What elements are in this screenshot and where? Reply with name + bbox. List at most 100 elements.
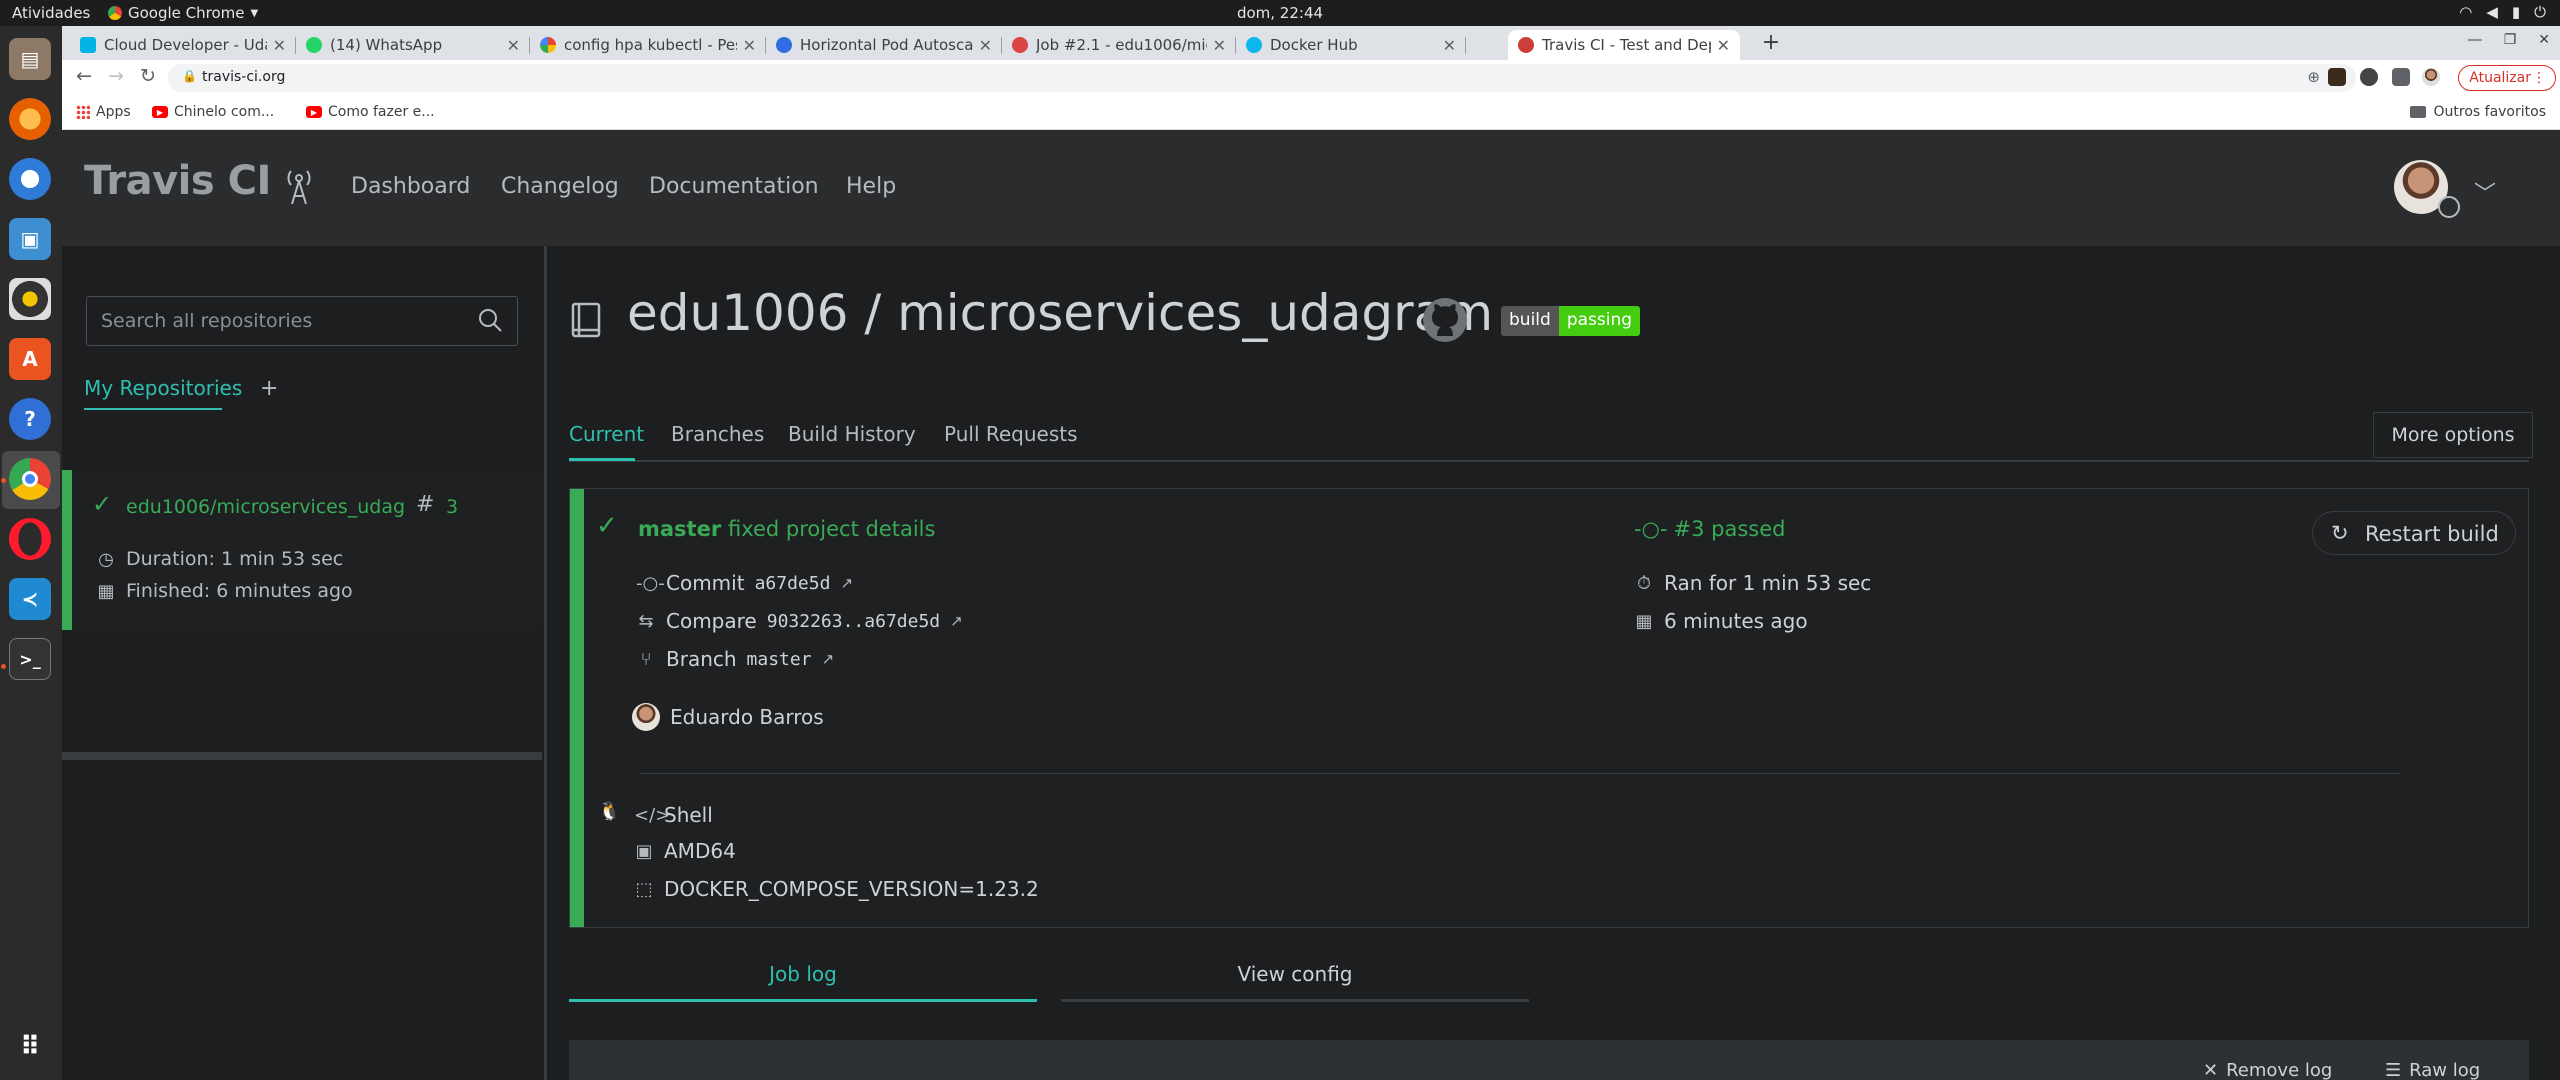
search-repositories[interactable]: Search all repositories bbox=[86, 296, 518, 346]
other-bookmarks[interactable]: Outros favoritos bbox=[2409, 104, 2546, 120]
software-center-icon[interactable]: A bbox=[9, 338, 51, 380]
build-status[interactable]: -○- #3 passed bbox=[1634, 517, 1785, 541]
commit-message[interactable]: fixed project details bbox=[728, 517, 935, 541]
browser-tab[interactable]: Horizontal Pod Autoscaler ✕ bbox=[766, 30, 1002, 60]
close-icon[interactable]: ✕ bbox=[979, 36, 992, 55]
raw-log-button[interactable]: ☰ Raw log bbox=[2385, 1060, 2480, 1080]
tab-branches[interactable]: Branches bbox=[671, 422, 764, 446]
vscode-icon[interactable]: ≺ bbox=[9, 578, 51, 620]
broadcast-icon[interactable] bbox=[284, 166, 314, 206]
commit-row[interactable]: -○- Commit a67de5d ↗ bbox=[636, 571, 853, 595]
current-build-card: ✓ master fixed project details -○- #3 pa… bbox=[569, 488, 2529, 928]
app-menu[interactable]: Google Chrome ▼ bbox=[108, 4, 258, 22]
system-tray[interactable]: ◠ ◀ ▮ ⏻ bbox=[2459, 3, 2546, 21]
files-icon[interactable]: ▤ bbox=[9, 38, 51, 80]
close-icon[interactable]: ✕ bbox=[1443, 36, 1456, 55]
close-icon[interactable]: ✕ bbox=[273, 36, 286, 55]
branch-name[interactable]: master bbox=[638, 517, 721, 541]
browser-tab[interactable]: Docker Hub ✕ bbox=[1236, 30, 1466, 60]
browser-tab-active[interactable]: Travis CI - Test and Deploy ✕ bbox=[1508, 30, 1740, 60]
bookmark-item[interactable]: ▶ Chinelo com... bbox=[152, 104, 274, 120]
close-icon[interactable]: ✕ bbox=[1717, 36, 1730, 55]
author-row[interactable]: Eduardo Barros bbox=[632, 703, 824, 731]
more-options-button[interactable]: More options bbox=[2373, 412, 2533, 458]
minimize-icon[interactable]: ― bbox=[2468, 32, 2482, 48]
finished-text: 6 minutes ago bbox=[1664, 609, 1808, 633]
activities-button[interactable]: Atividades bbox=[12, 4, 90, 22]
show-apps-icon[interactable]: ⠿ bbox=[9, 1026, 51, 1068]
extension-icon[interactable] bbox=[2328, 68, 2346, 86]
nav-dashboard[interactable]: Dashboard bbox=[351, 174, 470, 199]
bookmark-item[interactable]: ▶ Como fazer e... bbox=[306, 104, 435, 120]
chrome-update-button[interactable]: Atualizar ⋮ bbox=[2458, 65, 2556, 91]
compare-row[interactable]: ⇆ Compare 9032263..a67de5d ↗ bbox=[636, 609, 962, 633]
back-icon[interactable]: ← bbox=[76, 65, 92, 87]
nav-changelog[interactable]: Changelog bbox=[501, 174, 619, 199]
clock[interactable]: dom, 22:44 bbox=[0, 4, 2560, 22]
firefox-icon[interactable] bbox=[9, 98, 51, 140]
branch-icon: ⑂ bbox=[640, 648, 652, 670]
close-window-icon[interactable]: ✕ bbox=[2538, 32, 2550, 48]
status-bar bbox=[62, 470, 72, 630]
kebab-icon: ⋮ bbox=[2532, 70, 2546, 86]
image-viewer-icon[interactable]: ▣ bbox=[9, 218, 51, 260]
browser-tab[interactable]: Job #2.1 - edu1006/microservices ✕ bbox=[1002, 30, 1236, 60]
build-number[interactable]: 3 bbox=[446, 496, 458, 518]
tab-view-config[interactable]: View config bbox=[1061, 962, 1529, 1002]
repo-icon bbox=[571, 302, 601, 338]
tab-build-history[interactable]: Build History bbox=[788, 422, 916, 446]
rhythmbox-icon[interactable] bbox=[9, 278, 51, 320]
search-icon[interactable] bbox=[477, 307, 503, 333]
travis-page: Travis CI Dashboard Changelog Documentat… bbox=[62, 130, 2560, 1080]
nav-help[interactable]: Help bbox=[846, 174, 896, 199]
tab-my-repositories[interactable]: My Repositories bbox=[84, 376, 242, 400]
restart-build-button[interactable]: ↻ Restart build bbox=[2312, 511, 2516, 555]
repo-name-link[interactable]: edu1006/microservices_udagram bbox=[126, 496, 406, 518]
github-icon[interactable] bbox=[1421, 296, 1469, 344]
lock-icon[interactable]: 🔒 bbox=[182, 69, 197, 83]
terminal-icon[interactable]: >_ bbox=[9, 638, 51, 680]
finished-row: ▦ 6 minutes ago bbox=[1634, 609, 1808, 633]
search-input[interactable]: Search all repositories bbox=[101, 310, 312, 332]
dock-running-dot bbox=[1, 478, 6, 483]
tab-current[interactable]: Current bbox=[569, 422, 644, 446]
new-tab-button[interactable]: + bbox=[1756, 30, 1786, 58]
ran-for-text: Ran for 1 min 53 sec bbox=[1664, 571, 1872, 595]
build-status-badge[interactable]: build passing bbox=[1501, 306, 1641, 336]
browser-tab[interactable]: Cloud Developer - Udacity ✕ bbox=[70, 30, 296, 60]
remove-log-label: Remove log bbox=[2226, 1060, 2333, 1080]
add-repository-button[interactable]: + bbox=[260, 376, 278, 401]
env-text: DOCKER_COMPOSE_VERSION=1.23.2 bbox=[664, 877, 1039, 901]
browser-tab[interactable]: (14) WhatsApp ✕ bbox=[296, 30, 530, 60]
branch-row[interactable]: ⑂ Branch master ↗ bbox=[636, 647, 835, 671]
incognito-extension-icon[interactable] bbox=[2360, 68, 2378, 86]
zoom-icon[interactable]: ⊕ bbox=[2307, 68, 2320, 86]
tab-job-log[interactable]: Job log bbox=[569, 962, 1037, 1002]
maximize-icon[interactable]: ❐ bbox=[2504, 32, 2517, 48]
close-icon[interactable]: ✕ bbox=[743, 36, 756, 55]
help-icon[interactable]: ? bbox=[9, 398, 51, 440]
forward-icon[interactable]: → bbox=[108, 65, 124, 87]
browser-tab[interactable]: config hpa kubectl - Pesquisa ✕ bbox=[530, 30, 766, 60]
language-text: Shell bbox=[664, 803, 713, 827]
repo-title[interactable]: edu1006 / microservices_udagram bbox=[627, 284, 1493, 342]
travis-logo[interactable]: Travis CI bbox=[84, 158, 271, 204]
chevron-down-icon[interactable]: ﹀ bbox=[2474, 176, 2496, 208]
thunderbird-icon[interactable] bbox=[9, 158, 51, 200]
log-tabs: Job log View config bbox=[569, 952, 1529, 1002]
close-icon[interactable]: ✕ bbox=[1213, 36, 1226, 55]
puzzle-icon[interactable] bbox=[2392, 68, 2410, 86]
opera-icon[interactable] bbox=[9, 518, 51, 560]
tab-pull-requests[interactable]: Pull Requests bbox=[944, 422, 1078, 446]
address-bar[interactable]: 🔒 travis-ci.org ⊕ ☆ bbox=[168, 64, 2356, 92]
repository-card[interactable]: ✓ edu1006/microservices_udagram # 3 ◷ Du… bbox=[62, 470, 542, 630]
external-link-icon: ↗ bbox=[840, 574, 854, 592]
remove-log-button[interactable]: ✕ Remove log bbox=[2203, 1060, 2332, 1080]
reload-icon[interactable]: ↻ bbox=[140, 65, 156, 87]
profile-avatar[interactable] bbox=[2422, 68, 2440, 86]
close-icon[interactable]: ✕ bbox=[507, 36, 520, 55]
compare-label: Compare bbox=[666, 609, 757, 633]
nav-documentation[interactable]: Documentation bbox=[649, 174, 819, 199]
bookmark-apps[interactable]: Apps bbox=[76, 104, 131, 120]
chrome-icon[interactable] bbox=[9, 458, 51, 500]
